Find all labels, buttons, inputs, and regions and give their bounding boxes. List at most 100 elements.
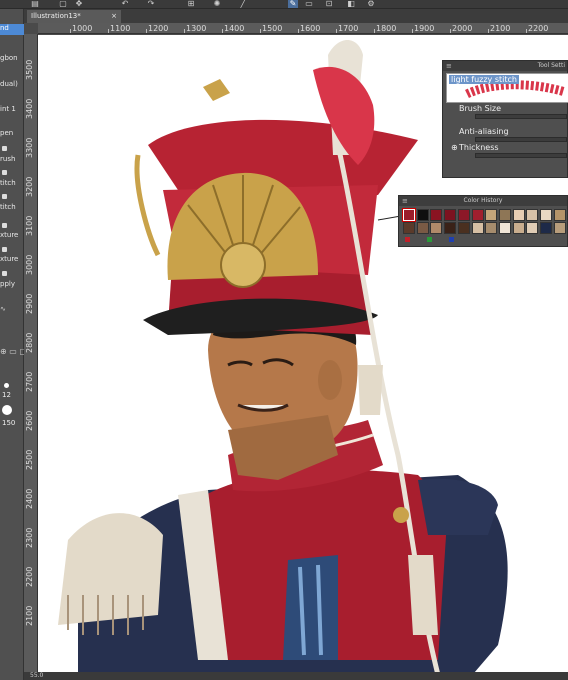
color-swatch[interactable]	[416, 209, 429, 221]
redo-icon[interactable]: ↷	[146, 0, 156, 8]
color-swatch[interactable]	[498, 209, 511, 221]
ruler-tick	[108, 29, 109, 33]
color-swatch[interactable]	[553, 222, 566, 234]
sub-tool-label: int 1	[0, 105, 16, 113]
color-mark	[449, 237, 454, 242]
add-subtool-icons[interactable]: ⊕ ▭ ▢	[0, 347, 24, 357]
color-swatch[interactable]	[485, 209, 498, 221]
color-swatch[interactable]	[457, 222, 470, 234]
brush-size-small-dot[interactable]	[4, 383, 9, 388]
sub-tool-item[interactable]: nd	[0, 24, 24, 35]
ruler-left-label: 3100	[25, 215, 34, 236]
eraser-icon[interactable]: ▭	[304, 0, 314, 8]
fill-icon[interactable]: ◧	[346, 0, 356, 8]
sub-tool-item[interactable]: pen	[0, 129, 24, 140]
menu-icon[interactable]: ▤	[30, 0, 40, 8]
epaulette-left	[58, 513, 163, 625]
ruler-left-label: 2600	[25, 410, 34, 431]
sub-tool-item[interactable]: titch	[0, 179, 24, 190]
color-swatch[interactable]	[403, 222, 415, 234]
ruler-left-label: 2800	[25, 332, 34, 353]
color-history-titlebar[interactable]: ≡ Color History	[399, 196, 567, 206]
ruler-left-label: 2500	[25, 449, 34, 470]
select-icon[interactable]: ▢	[58, 0, 68, 8]
ruler-top-label: 1600	[300, 24, 321, 33]
sub-tool-item[interactable]: dual)	[0, 80, 24, 91]
color-swatch[interactable]	[444, 222, 457, 234]
color-swatch[interactable]	[526, 209, 539, 221]
thickness-slider[interactable]	[475, 153, 567, 158]
lapel-patch	[283, 555, 338, 660]
transform-icon[interactable]: ⊞	[186, 0, 196, 8]
ruler-tick	[184, 29, 185, 33]
undo-icon[interactable]: ↶	[120, 0, 130, 8]
sub-tool-label: titch	[0, 203, 16, 211]
color-swatch[interactable]	[540, 209, 552, 221]
sub-tool-item[interactable]: xture	[0, 255, 24, 266]
anti-aliasing-slider[interactable]	[475, 137, 567, 142]
ruler-left-label: 2700	[25, 371, 34, 392]
grid-icon[interactable]: ⊡	[324, 0, 334, 8]
ruler-top-label: 2200	[528, 24, 549, 33]
ruler-tick	[374, 29, 375, 33]
sub-tool-label: pen	[0, 129, 14, 137]
ruler-left-label: 3300	[25, 137, 34, 158]
top-toolbar: ▤ ▢ ✥ ↶ ↷ ⊞ ✺ ╱ ✎ ▭ ⊡ ◧ ⚙	[0, 0, 568, 9]
wave-icon: ∿	[0, 305, 6, 313]
color-swatch[interactable]	[553, 209, 566, 221]
menu-icon[interactable]: ≡	[402, 196, 408, 206]
color-swatch[interactable]	[540, 222, 552, 234]
pen-tool-icon[interactable]: ✎	[288, 0, 298, 8]
ruler-tick	[336, 29, 337, 33]
ruler-top-label: 1400	[224, 24, 245, 33]
ruler-left-label: 3500	[25, 59, 34, 80]
brush-size-slider[interactable]	[475, 114, 567, 119]
color-swatch[interactable]	[430, 209, 443, 221]
settings-icon[interactable]: ⚙	[366, 0, 376, 8]
color-swatch[interactable]	[444, 209, 457, 221]
sub-tool-item[interactable]: int 1	[0, 105, 24, 116]
ruler-tick	[412, 29, 413, 33]
color-swatch[interactable]	[471, 209, 484, 221]
sub-tool-item[interactable]: xture	[0, 231, 24, 242]
color-swatch[interactable]	[498, 222, 511, 234]
ruler-top-label: 1000	[72, 24, 93, 33]
brush-icon[interactable]: ╱	[238, 0, 248, 8]
color-swatch[interactable]	[512, 222, 525, 234]
ruler-top-label: 1100	[110, 24, 131, 33]
color-swatch[interactable]	[485, 222, 498, 234]
ruler-left-label: 2100	[25, 605, 34, 626]
color-swatch[interactable]	[526, 222, 539, 234]
close-icon[interactable]: ×	[111, 10, 117, 23]
sub-tool-label: dual)	[0, 80, 18, 88]
brush-stroke-sample	[465, 80, 567, 99]
menu-icon[interactable]: ≡	[446, 61, 452, 71]
brush-tip-icon	[2, 223, 7, 228]
sub-tool-label: xture	[0, 255, 19, 263]
color-swatch[interactable]	[457, 209, 470, 221]
ruler-left-label: 2200	[25, 566, 34, 587]
color-swatch[interactable]	[402, 208, 416, 222]
ruler-top-label: 2000	[452, 24, 473, 33]
sub-tool-label: xture	[0, 231, 19, 239]
color-swatch[interactable]	[430, 222, 443, 234]
sub-tool-item[interactable]: gbon	[0, 54, 24, 65]
brush-tip-icon	[2, 271, 7, 276]
sub-tool-item[interactable]: rush	[0, 155, 24, 166]
spinner-icon: ✺	[213, 0, 221, 8]
color-swatch[interactable]	[471, 222, 484, 234]
sub-tool-item[interactable]: pply	[0, 280, 24, 291]
tool-settings-titlebar[interactable]: ≡ Tool Setti	[443, 61, 567, 71]
ruler-tick	[70, 29, 71, 33]
ruler-tick	[450, 29, 451, 33]
color-swatch[interactable]	[416, 222, 429, 234]
brush-size-large-dot[interactable]	[2, 405, 12, 415]
ruler-top-label: 2100	[490, 24, 511, 33]
sub-tool-item[interactable]: titch	[0, 203, 24, 214]
zoom-value[interactable]: 55.0	[30, 672, 43, 679]
plus-icon[interactable]: ⊕	[451, 143, 458, 152]
tab-illustration13[interactable]: Illustration13* ×	[27, 10, 121, 23]
move-icon[interactable]: ✥	[74, 0, 84, 8]
color-swatch[interactable]	[512, 209, 525, 221]
brush-tip-icon	[2, 194, 7, 199]
